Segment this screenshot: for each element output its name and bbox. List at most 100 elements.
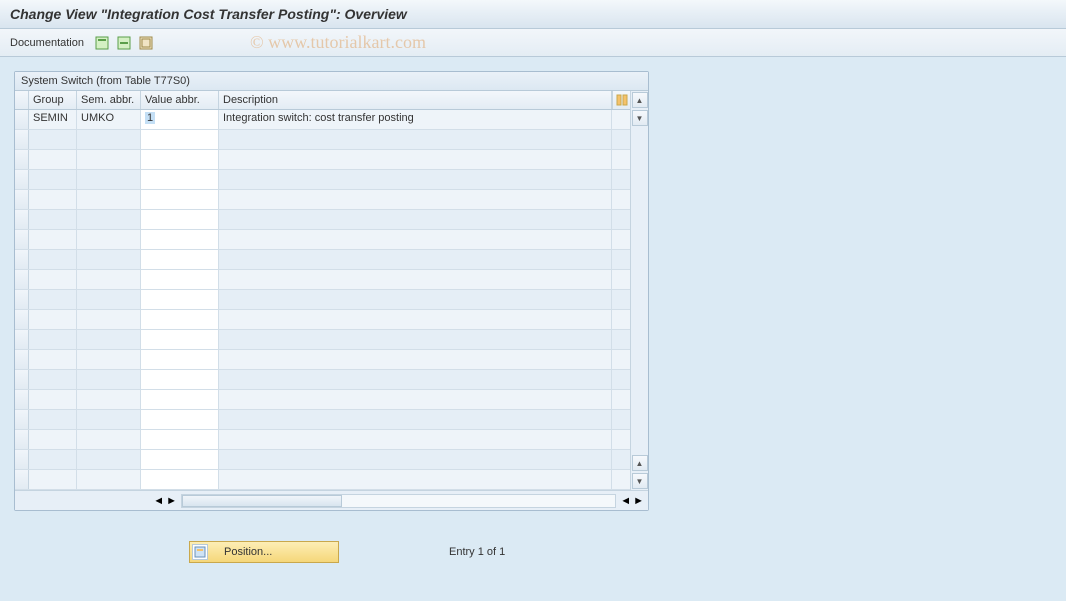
cell-group (29, 290, 77, 309)
table-row[interactable] (15, 170, 630, 190)
table-row[interactable] (15, 230, 630, 250)
scroll-right-icon[interactable]: ► (166, 495, 177, 507)
cell-sem-abbr (77, 150, 141, 169)
row-selector[interactable] (15, 410, 29, 429)
cell-value-abbr[interactable] (141, 450, 219, 469)
table-row[interactable] (15, 410, 630, 430)
row-selector[interactable] (15, 170, 29, 189)
cell-sem-abbr (77, 170, 141, 189)
cell-value-abbr[interactable] (141, 470, 219, 489)
table-row[interactable] (15, 250, 630, 270)
cell-group (29, 330, 77, 349)
scroll-down-bottom-icon[interactable]: ▼ (632, 473, 648, 489)
scroll-up-bottom-icon[interactable]: ▲ (632, 455, 648, 471)
row-selector[interactable] (15, 430, 29, 449)
cell-value-abbr[interactable] (141, 410, 219, 429)
cell-value-abbr[interactable] (141, 230, 219, 249)
cell-group (29, 190, 77, 209)
documentation-button[interactable]: Documentation (10, 37, 84, 49)
row-selector[interactable] (15, 130, 29, 149)
cell-description (219, 170, 612, 189)
cell-value-abbr[interactable] (141, 330, 219, 349)
cell-value-abbr[interactable] (141, 150, 219, 169)
row-selector-header[interactable] (15, 91, 29, 109)
row-selector[interactable] (15, 230, 29, 249)
table-row[interactable] (15, 390, 630, 410)
cell-description (219, 210, 612, 229)
row-selector[interactable] (15, 470, 29, 489)
hscroll-thumb[interactable] (182, 495, 342, 507)
column-header-group[interactable]: Group (29, 91, 77, 109)
cell-value-abbr[interactable] (141, 170, 219, 189)
row-selector[interactable] (15, 390, 29, 409)
cell-pad (612, 130, 630, 149)
table-row[interactable] (15, 270, 630, 290)
row-selector[interactable] (15, 290, 29, 309)
row-selector[interactable] (15, 450, 29, 469)
cell-pad (612, 150, 630, 169)
row-selector[interactable] (15, 330, 29, 349)
position-button[interactable]: Position... (189, 541, 339, 563)
cell-value-abbr[interactable] (141, 350, 219, 369)
cell-value-abbr[interactable]: 1 (141, 110, 219, 129)
column-header-sem-abbr[interactable]: Sem. abbr. (77, 91, 141, 109)
cell-sem-abbr (77, 350, 141, 369)
cell-value-abbr[interactable] (141, 190, 219, 209)
cell-sem-abbr (77, 230, 141, 249)
cell-value-abbr[interactable] (141, 290, 219, 309)
cell-value-abbr[interactable] (141, 370, 219, 389)
row-selector[interactable] (15, 370, 29, 389)
cell-group (29, 310, 77, 329)
table-row[interactable] (15, 370, 630, 390)
scroll-left-end-icon[interactable]: ◄ (620, 495, 631, 507)
table-row[interactable] (15, 290, 630, 310)
scroll-left-icon[interactable]: ◄ (153, 495, 164, 507)
cell-pad (612, 250, 630, 269)
table-config-icon[interactable] (612, 91, 630, 109)
row-selector[interactable] (15, 150, 29, 169)
cell-pad (612, 350, 630, 369)
scroll-up-icon[interactable]: ▲ (632, 92, 648, 108)
cell-value-abbr[interactable] (141, 250, 219, 269)
cell-pad (612, 390, 630, 409)
toolbar-icon-1[interactable] (94, 35, 110, 51)
row-selector[interactable] (15, 310, 29, 329)
horizontal-scrollbar[interactable]: ◄ ► ◄ ► (15, 490, 648, 510)
cell-value-abbr[interactable] (141, 430, 219, 449)
row-selector[interactable] (15, 190, 29, 209)
row-selector[interactable] (15, 210, 29, 229)
row-selector[interactable] (15, 350, 29, 369)
toolbar-icon-3[interactable] (138, 35, 154, 51)
cell-value-abbr[interactable] (141, 310, 219, 329)
table-row[interactable] (15, 350, 630, 370)
column-header-value-abbr[interactable]: Value abbr. (141, 91, 219, 109)
row-selector[interactable] (15, 270, 29, 289)
table-row[interactable] (15, 430, 630, 450)
table-row[interactable]: SEMINUMKO1Integration switch: cost trans… (15, 110, 630, 130)
column-header-description[interactable]: Description (219, 91, 612, 109)
row-selector[interactable] (15, 110, 29, 129)
table-row[interactable] (15, 330, 630, 350)
vertical-scrollbar[interactable]: ▲ ▼ ▲ ▼ (630, 91, 648, 490)
table-row[interactable] (15, 210, 630, 230)
table-row[interactable] (15, 450, 630, 470)
scroll-down-icon[interactable]: ▼ (632, 110, 648, 126)
table-row[interactable] (15, 470, 630, 490)
cell-sem-abbr (77, 250, 141, 269)
cell-value-abbr[interactable] (141, 270, 219, 289)
toolbar-icon-2[interactable] (116, 35, 132, 51)
cell-sem-abbr (77, 450, 141, 469)
table-row[interactable] (15, 150, 630, 170)
table-row[interactable] (15, 190, 630, 210)
cell-value-abbr[interactable] (141, 390, 219, 409)
cell-pad (612, 430, 630, 449)
cell-value-abbr[interactable] (141, 210, 219, 229)
cell-value-abbr[interactable] (141, 130, 219, 149)
cell-sem-abbr (77, 130, 141, 149)
row-selector[interactable] (15, 250, 29, 269)
cell-pad (612, 110, 630, 129)
table-row[interactable] (15, 130, 630, 150)
hscroll-track[interactable] (181, 494, 616, 508)
scroll-right-end-icon[interactable]: ► (633, 495, 644, 507)
table-row[interactable] (15, 310, 630, 330)
